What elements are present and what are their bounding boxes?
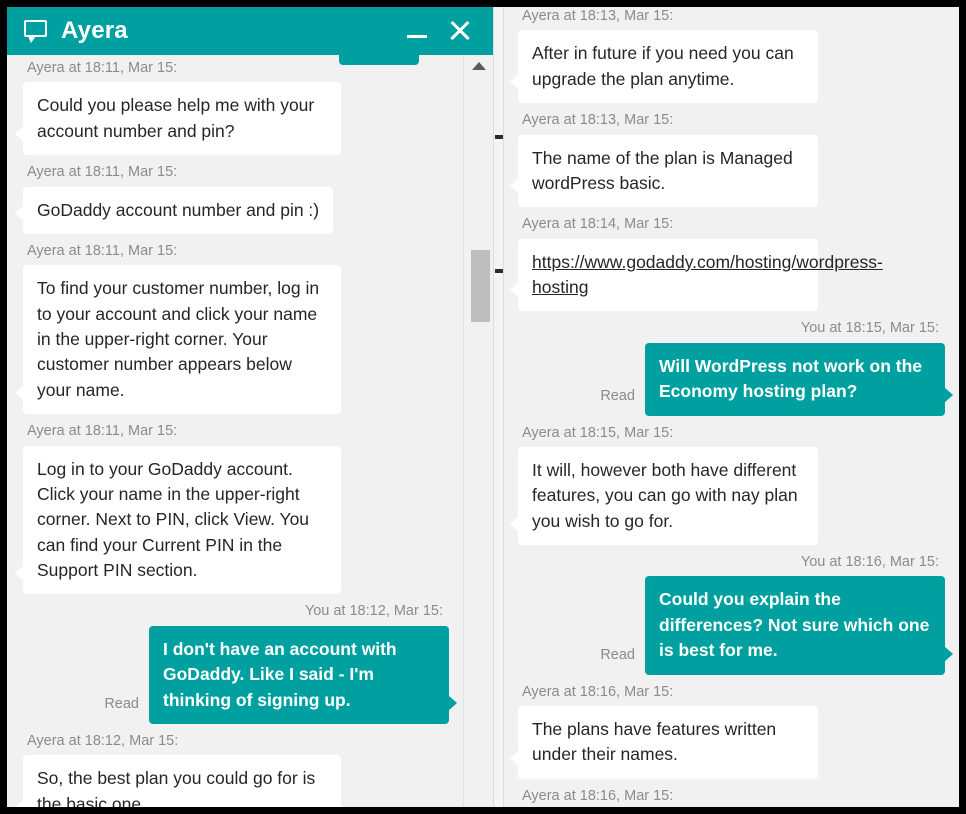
- message-row: So, the best plan you could go for is th…: [15, 755, 449, 807]
- chat-continuation-panel: Ayera at 18:13, Mar 15: After in future i…: [504, 7, 959, 807]
- message-timestamp: Ayera at 18:11, Mar 15:: [27, 242, 178, 259]
- chat-message-list: Ayera at 18:11, Mar 15: Could you please …: [7, 55, 463, 807]
- read-receipt: Read: [600, 387, 635, 404]
- message-row: Log in to your GoDaddy account. Click yo…: [15, 445, 449, 595]
- message-bubble: Log in to your GoDaddy account. Click yo…: [15, 445, 341, 595]
- message-timestamp: Ayera at 18:16, Mar 15:: [522, 787, 674, 804]
- chat-bubble-icon: [24, 20, 49, 43]
- chat-message: Ayera at 18:15, Mar 15: It will, however …: [510, 420, 945, 546]
- message-row: The name of the plan is Managed wordPres…: [510, 134, 945, 208]
- message-row: Read I don't have an account with GoDaddy…: [23, 625, 457, 724]
- read-receipt: Read: [600, 646, 635, 663]
- message-bubble: After in future if you need you can upgr…: [510, 30, 818, 104]
- message-bubble: The name of the plan is Managed wordPres…: [510, 134, 818, 208]
- chat-message: Ayera at 18:13, Mar 15: After in future i…: [510, 7, 945, 104]
- message-bubble: It will, however both have different fea…: [510, 446, 818, 546]
- message-timestamp: Ayera at 18:14, Mar 15:: [522, 216, 674, 233]
- chat-message-area: Ayera at 18:11, Mar 15: Could you please …: [7, 55, 493, 807]
- minimize-button[interactable]: [405, 19, 429, 43]
- read-receipt: Read: [104, 695, 139, 712]
- chat-message: You at 18:12, Mar 15: Read I don't have an…: [23, 598, 457, 724]
- chat-window-titlebar: Ayera: [7, 7, 493, 55]
- message-timestamp: Ayera at 18:15, Mar 15:: [522, 424, 674, 441]
- message-row: After in future if you need you can upgr…: [510, 30, 945, 104]
- message-row: Read Could you explain the differences? N…: [518, 576, 953, 675]
- chat-message: Ayera at 18:11, Mar 15: Could you please …: [15, 55, 449, 156]
- message-row: https://www.godaddy.com/hosting/wordpres…: [510, 238, 945, 312]
- scrollbar-thumb[interactable]: [471, 250, 490, 322]
- message-timestamp: You at 18:12, Mar 15:: [304, 603, 443, 620]
- message-row: It will, however both have different fea…: [510, 446, 945, 546]
- window-controls: [405, 18, 483, 44]
- message-timestamp: Ayera at 18:13, Mar 15:: [522, 112, 674, 129]
- message-row: Read Will WordPress not work on the Econo…: [518, 342, 953, 416]
- message-timestamp: Ayera at 18:13, Mar 15:: [522, 8, 674, 24]
- chat-message: Ayera at 18:16, Mar 15: The plans have fe…: [510, 679, 945, 779]
- chat-message: Ayera at 18:12, Mar 15: So, the best plan…: [15, 728, 449, 807]
- chat-message: Ayera at 18:11, Mar 15: GoDaddy account n…: [14, 159, 449, 234]
- message-row: Could you please help me with your accou…: [15, 82, 449, 156]
- chat-message: Ayera at 18:11, Mar 15: To find your cust…: [15, 238, 449, 415]
- message-timestamp: Ayera at 18:11, Mar 15:: [27, 423, 178, 440]
- clipped-outgoing-bubble: [339, 55, 419, 65]
- message-bubble: GoDaddy account number and pin :): [14, 186, 334, 234]
- chat-message: Ayera at 18:14, Mar 15: https://www.godad…: [510, 211, 945, 312]
- chat-message: You at 18:16, Mar 15: Read Could you expla…: [518, 549, 953, 675]
- message-bubble: Could you please help me with your accou…: [15, 82, 341, 156]
- message-timestamp: Ayera at 18:16, Mar 15:: [522, 683, 674, 700]
- chat-message: Ayera at 18:13, Mar 15: The name of the p…: [510, 107, 945, 208]
- message-bubble: To find your customer number, log in to …: [15, 265, 341, 415]
- message-link[interactable]: https://www.godaddy.com/hosting/wordpres…: [510, 238, 883, 312]
- message-row: To find your customer number, log in to …: [15, 265, 449, 415]
- message-row: GoDaddy account number and pin :): [14, 186, 449, 234]
- chat-message: You at 18:15, Mar 15: Read Will WordPress …: [518, 315, 953, 416]
- chat-message: Ayera at 18:16, Mar 15:when you scroll d…: [518, 783, 945, 807]
- chat-scrollbar[interactable]: [463, 55, 493, 807]
- message-timestamp: You at 18:15, Mar 15:: [800, 320, 939, 337]
- chat-message: Ayera at 18:11, Mar 15: Log in to your Go…: [15, 418, 449, 595]
- scrollbar-track[interactable]: [471, 81, 490, 807]
- chat-window-title: Ayera: [61, 17, 128, 44]
- separator-tick: [495, 269, 503, 273]
- message-bubble: The plans have features written under th…: [510, 705, 818, 779]
- scroll-up-arrow-icon[interactable]: [471, 62, 486, 70]
- message-bubble: Could you explain the differences? Not s…: [645, 576, 953, 675]
- message-bubble: So, the best plan you could go for is th…: [15, 755, 341, 807]
- message-row: The plans have features written under th…: [510, 705, 945, 779]
- chat-window: Ayera Ayera at 18:11, Mar 15: Could you p…: [7, 7, 493, 807]
- message-timestamp: Ayera at 18:12, Mar 15:: [27, 732, 179, 749]
- close-icon[interactable]: [447, 18, 473, 44]
- message-bubble: I don't have an account with GoDaddy. Li…: [149, 625, 457, 724]
- message-timestamp: You at 18:16, Mar 15:: [800, 554, 939, 571]
- message-bubble: Will WordPress not work on the Economy h…: [645, 342, 953, 416]
- panel-separator: [493, 7, 504, 807]
- chat-screenshot: Ayera Ayera at 18:11, Mar 15: Could you p…: [0, 0, 966, 814]
- message-timestamp: Ayera at 18:11, Mar 15:: [27, 164, 178, 181]
- separator-tick: [495, 135, 503, 139]
